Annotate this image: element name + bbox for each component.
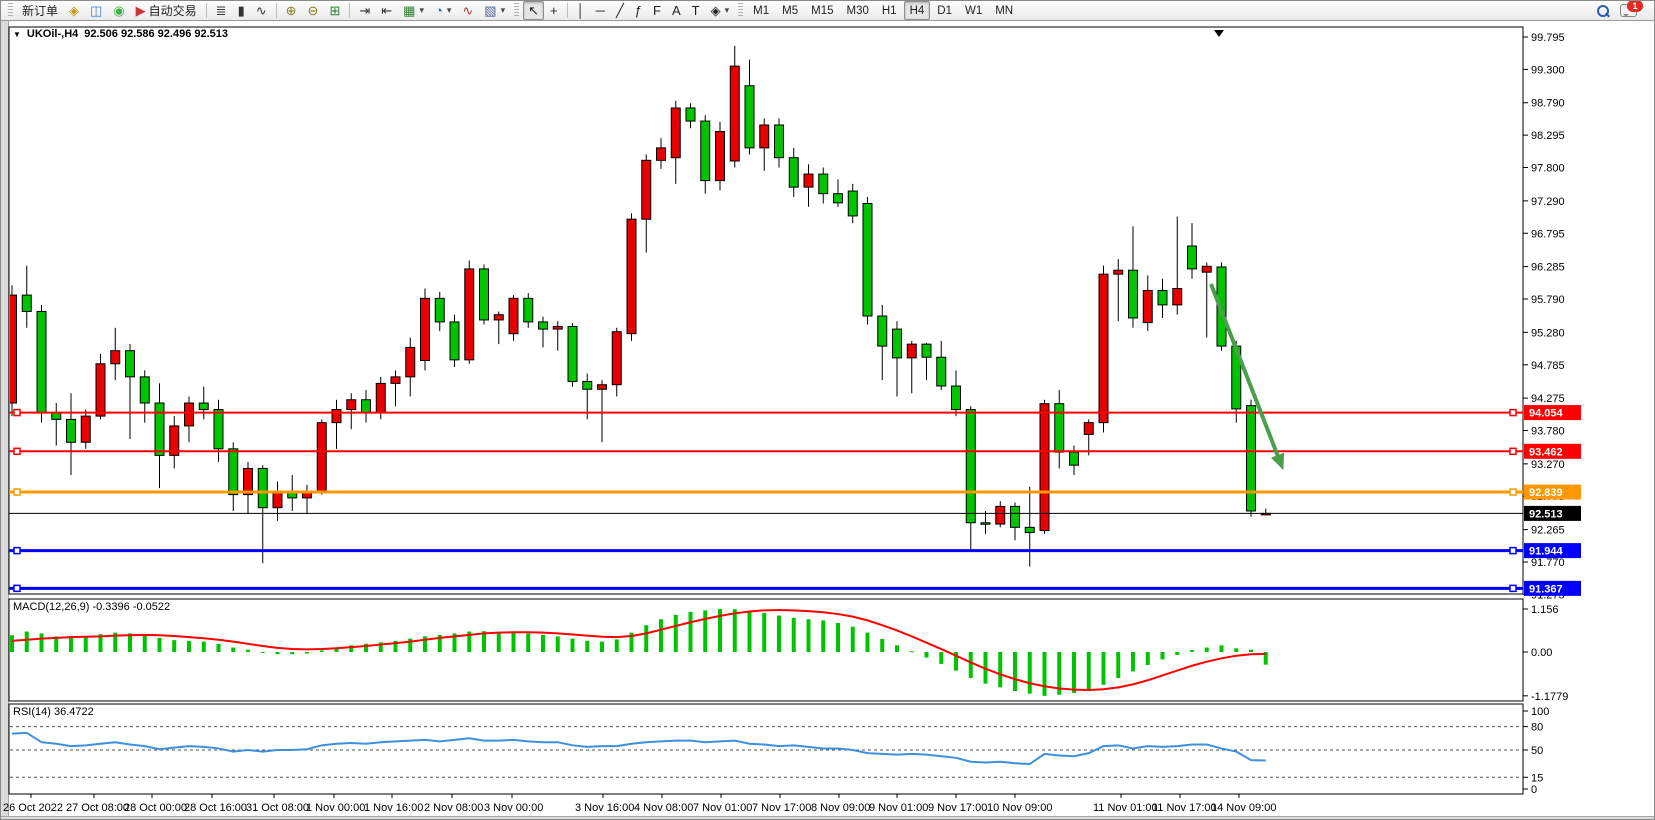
trendline-icon[interactable]: ╱: [611, 1, 629, 20]
chat-bubble-icon: 1: [1620, 4, 1637, 17]
toolbar: 新订单◈◫◉▶自动交易≣▮∿⊕⊖⊞⇥⇤▦▾◔▾∿▧▾↖+│─╱ƒFAT◈▾M1M…: [1, 1, 1655, 21]
vertical-line-icon[interactable]: │: [572, 1, 590, 20]
indicators-icon[interactable]: ∿: [457, 1, 478, 20]
auto-scroll-icon[interactable]: ⇥: [354, 1, 375, 20]
collapse-arrow-icon[interactable]: ▼: [13, 30, 21, 39]
timeframe-D1-button[interactable]: D1: [931, 1, 958, 20]
zoom-in-icon[interactable]: ⊕: [281, 1, 302, 20]
toolbar-separator: [349, 3, 350, 18]
rsi-pane-canvas[interactable]: [9, 704, 1523, 794]
fibonacci-fan-icon[interactable]: F: [648, 1, 666, 20]
timeframe-M1-button[interactable]: M1: [747, 1, 775, 20]
community-icon[interactable]: ◫: [85, 1, 107, 20]
auto-trading-button-icon: ▶: [136, 4, 146, 17]
horizontal-line-icon[interactable]: ─: [591, 1, 610, 20]
trading-terminal-window: 新订单◈◫◉▶自动交易≣▮∿⊕⊖⊞⇥⇤▦▾◔▾∿▧▾↖+│─╱ƒFAT◈▾M1M…: [0, 0, 1655, 820]
text-icon[interactable]: A: [667, 1, 686, 20]
timeframe-M30-button[interactable]: M30: [840, 1, 874, 20]
chart-title: ▼ UKOil-,H4 92.506 92.586 92.496 92.513: [13, 28, 228, 40]
charts-gold-icon[interactable]: ◈: [64, 1, 84, 20]
tile-windows-icon[interactable]: ⊞: [324, 1, 345, 20]
chart-symbol-period: UKOil-,H4: [27, 28, 78, 40]
text-label-icon[interactable]: T: [687, 1, 705, 20]
toolbar-grip[interactable]: [8, 3, 13, 18]
chevron-down-icon[interactable]: ▾: [447, 5, 452, 16]
period-icon[interactable]: ◔▾: [430, 1, 456, 20]
toolbar-separator: [276, 3, 277, 18]
main-chart-canvas[interactable]: [9, 27, 1523, 594]
search-icon: [1597, 5, 1609, 17]
chart-ohlc-values: 92.506 92.586 92.496 92.513: [84, 28, 228, 40]
toolbar-separator: [206, 3, 207, 18]
macd-pane-canvas[interactable]: [9, 599, 1523, 701]
timeframe-H4-button[interactable]: H4: [904, 1, 931, 20]
rsi-indicator-label: RSI(14) 36.4722: [13, 706, 94, 718]
auto-trading-button[interactable]: ▶自动交易: [131, 1, 202, 20]
toolbar-separator: [567, 3, 568, 18]
zoom-out-icon[interactable]: ⊖: [303, 1, 324, 20]
cursor-icon[interactable]: ↖: [523, 1, 544, 20]
timeframe-M5-button[interactable]: M5: [776, 1, 804, 20]
crosshair-icon[interactable]: +: [545, 1, 563, 20]
macd-indicator-label: MACD(12,26,9) -0.3396 -0.0522: [13, 601, 170, 613]
chevron-down-icon[interactable]: ▾: [501, 5, 506, 16]
chevron-down-icon[interactable]: ▾: [419, 5, 424, 16]
new-order-button[interactable]: 新订单: [17, 1, 63, 20]
price-axis-scale[interactable]: [1523, 27, 1653, 794]
line-chart-icon[interactable]: ∿: [251, 1, 272, 20]
timeframe-H1-button[interactable]: H1: [876, 1, 903, 20]
candlestick-chart-icon[interactable]: ▮: [233, 1, 250, 20]
new-chart-icon[interactable]: ▦▾: [398, 1, 429, 20]
search-button[interactable]: [1592, 1, 1614, 20]
timeframe-MN-button[interactable]: MN: [989, 1, 1019, 20]
templates-icon[interactable]: ▧▾: [479, 1, 510, 20]
timeframe-M15-button[interactable]: M15: [805, 1, 839, 20]
notification-badge: 1: [1627, 0, 1643, 12]
timeframe-W1-button[interactable]: W1: [959, 1, 988, 20]
shapes-icon[interactable]: ◈▾: [706, 1, 735, 20]
notifications-button[interactable]: 1: [1615, 1, 1642, 20]
signals-icon[interactable]: ◉: [108, 1, 129, 20]
toolbar-grip[interactable]: [514, 3, 519, 18]
chart-shift-icon[interactable]: ⇤: [376, 1, 397, 20]
bar-chart-icon[interactable]: ≣: [211, 1, 232, 20]
time-axis-scale[interactable]: [9, 794, 1523, 816]
toolbar-grip[interactable]: [738, 3, 743, 18]
chevron-down-icon[interactable]: ▾: [725, 5, 730, 16]
fibonacci-icon[interactable]: ƒ: [630, 1, 647, 20]
